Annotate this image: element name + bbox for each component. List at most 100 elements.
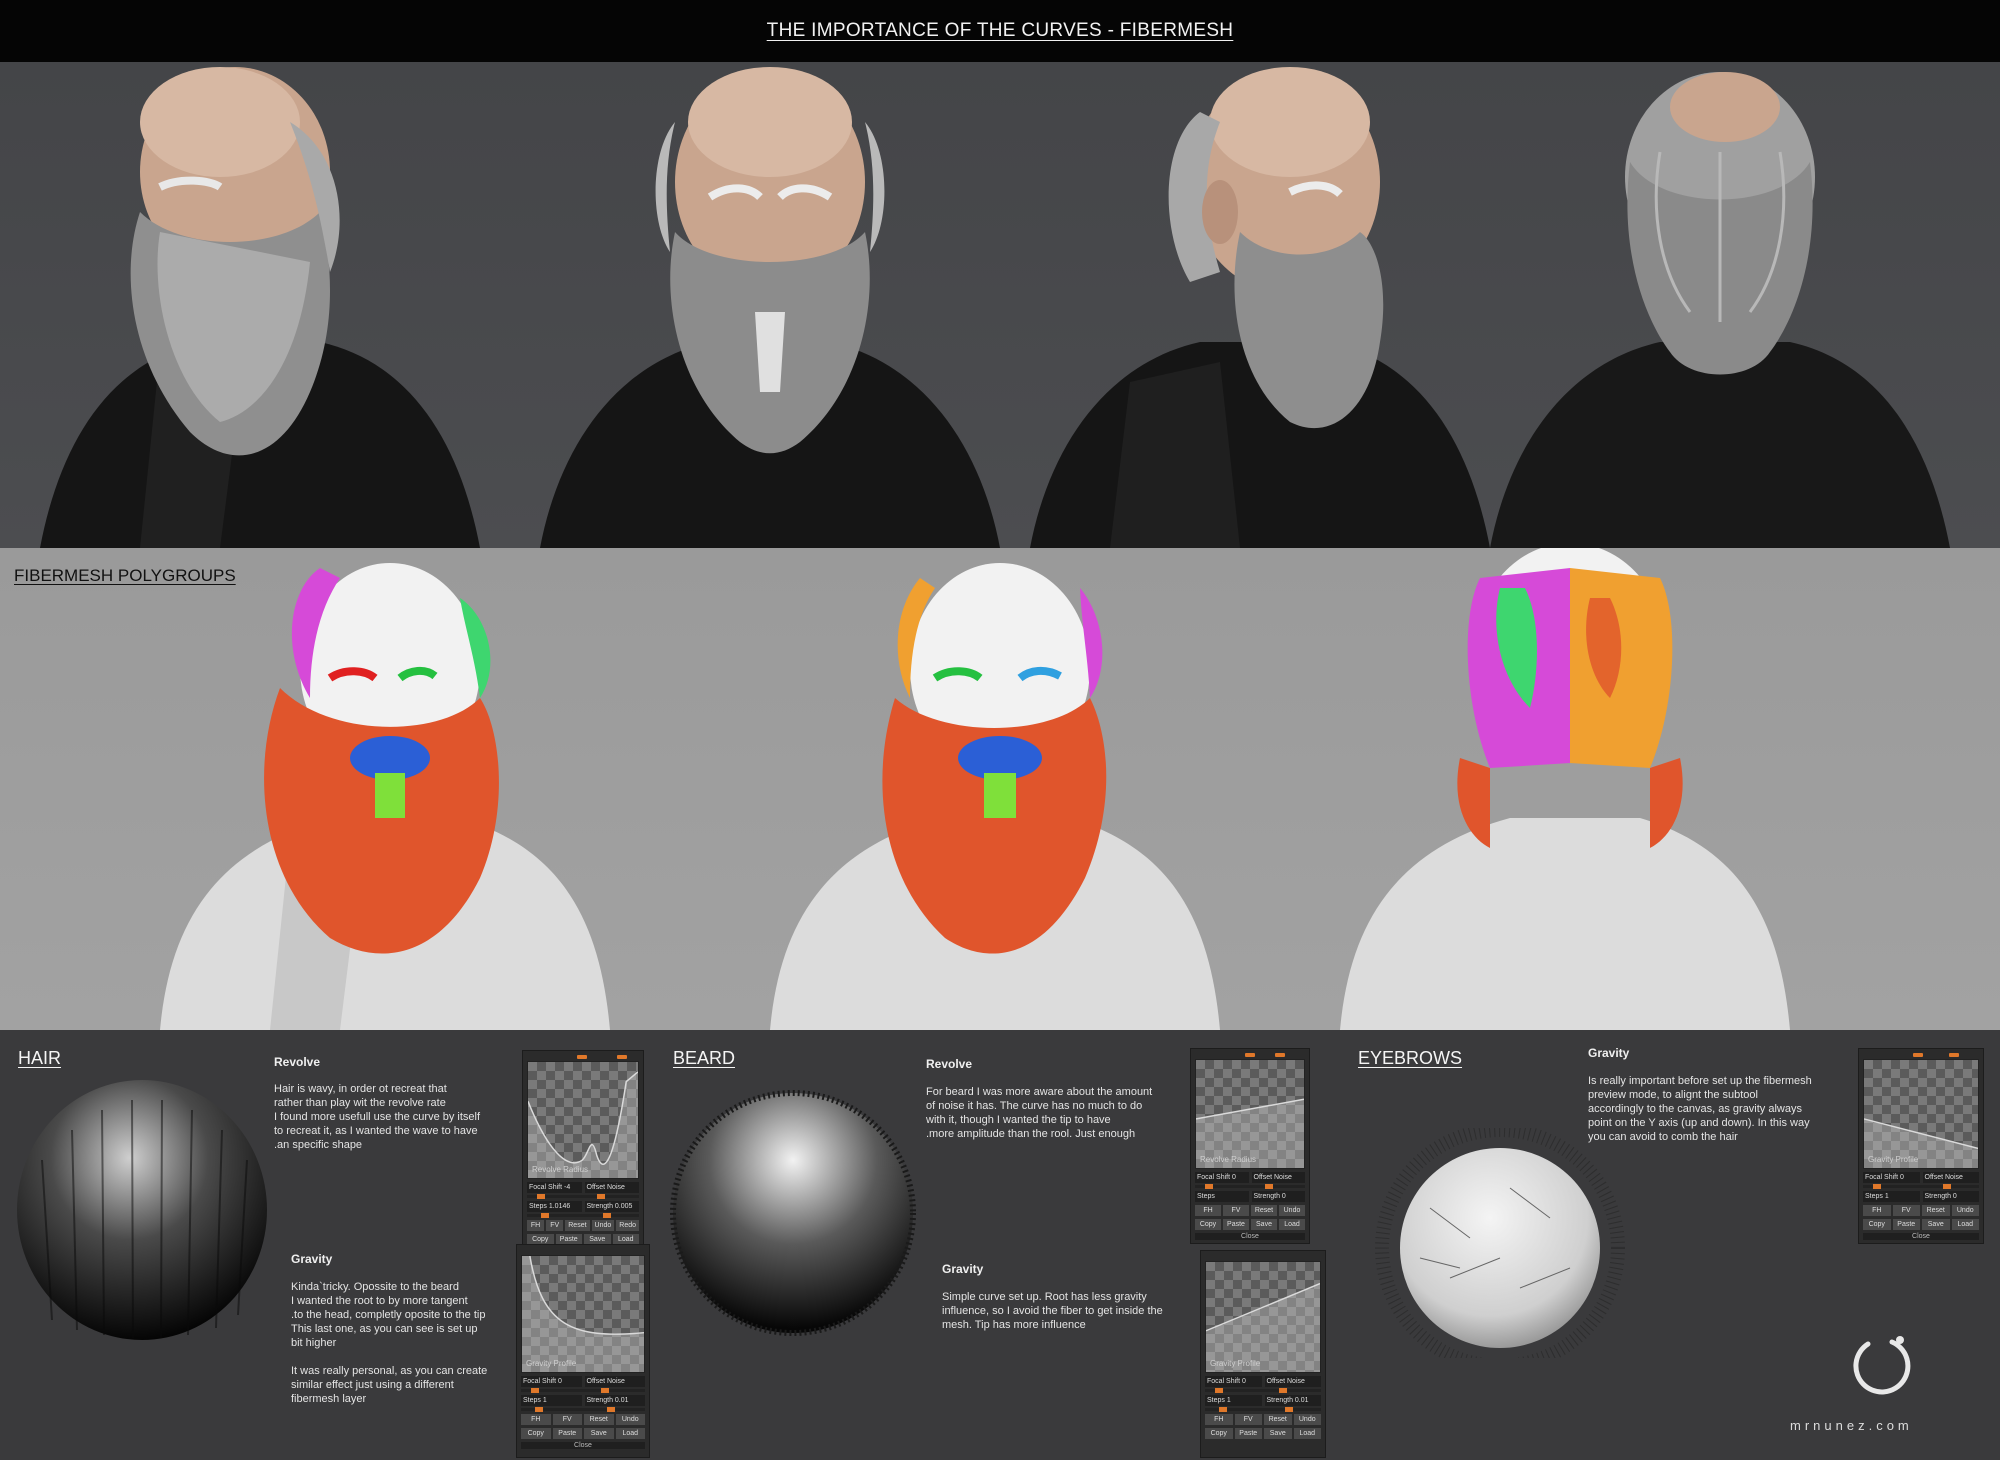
author-logo-icon [1848,1332,1916,1400]
hair-revolve-fv-button[interactable]: FV [546,1220,564,1231]
eyebrow-gravity-slider-1[interactable] [1863,1184,1979,1189]
hair-revolve-steps[interactable]: Steps 1.0146 [527,1201,582,1212]
eyebrows-gravity-heading: Gravity [1588,1046,1630,1060]
beard-gravity-noise[interactable]: Offset Noise [1264,1376,1321,1387]
hair-gravity-graph-name: Gravity Profile [526,1359,577,1368]
beard-revolve-undo-button[interactable]: Undo [1279,1205,1305,1216]
eyebrow-gravity-load-button[interactable]: Load [1951,1219,1979,1230]
beard-revolve-curve-graph[interactable]: Revolve Radius [1195,1059,1305,1169]
hair-revolve-curve-panel[interactable]: Revolve Radius Focal Shift -4 Offset Nois… [522,1050,644,1258]
eyebrow-gravity-undo-button[interactable]: Undo [1951,1205,1979,1216]
render-row [0,62,2000,548]
hair-revolve-curve-graph[interactable]: Revolve Radius [527,1061,639,1179]
hair-gravity-focal[interactable]: Focal Shift 0 [521,1376,582,1387]
eyebrow-gravity-strength[interactable]: Strength 0 [1922,1191,1979,1202]
hair-gravity-fv-button[interactable]: FV [552,1414,582,1425]
hair-gravity-noise[interactable]: Offset Noise [584,1376,645,1387]
hair-gravity-undo-button[interactable]: Undo [615,1414,645,1425]
hair-revolve-strength[interactable]: Strength 0.005 [584,1201,639,1212]
beard-gravity-steps[interactable]: Steps 1 [1205,1395,1262,1406]
hair-section-title: HAIR [18,1048,62,1068]
hair-gravity-fh-button[interactable]: FH [521,1414,551,1425]
beard-revolve-text: For beard I was more aware about the amo… [926,1086,1153,1140]
hair-sphere-preview [12,1070,272,1340]
beard-revolve-slider-1[interactable] [1195,1184,1305,1189]
render-view-three-quarter-right [1030,62,1500,548]
beard-gravity-save-button[interactable]: Save [1264,1428,1292,1439]
eyebrow-gravity-curve-panel[interactable]: Gravity Profile Focal Shift 0 Offset Nois… [1858,1048,1984,1244]
beard-revolve-noise[interactable]: Offset Noise [1251,1172,1305,1183]
eyebrow-gravity-save-button[interactable]: Save [1922,1219,1950,1230]
hair-gravity-close-tab[interactable]: Close [521,1442,645,1449]
beard-revolve-load-button[interactable]: Load [1279,1219,1305,1230]
eyebrows-section-title: EYEBROWS [1358,1048,1463,1068]
beard-gravity-curve-graph[interactable]: Gravity Profile [1205,1261,1321,1373]
eyebrow-gravity-curve-graph[interactable]: Gravity Profile [1863,1059,1979,1169]
hair-revolve-slider-2[interactable] [527,1213,639,1218]
hair-gravity-curve-panel[interactable]: Gravity Profile Focal Shift 0 Offset Nois… [516,1244,650,1458]
beard-section-title: BEARD [673,1048,736,1068]
hair-gravity-load-button[interactable]: Load [615,1428,645,1439]
beard-gravity-slider-1[interactable] [1205,1388,1321,1393]
beard-gravity-fv-button[interactable]: FV [1234,1414,1262,1425]
hair-revolve-reset-button[interactable]: Reset [565,1220,590,1231]
beard-revolve-focal[interactable]: Focal Shift 0 [1195,1172,1249,1183]
beard-gravity-reset-button[interactable]: Reset [1264,1414,1292,1425]
beard-revolve-curve-panel[interactable]: Revolve Radius Focal Shift 0 Offset Noise… [1190,1048,1310,1244]
beard-revolve-close-tab[interactable]: Close [1195,1233,1305,1240]
beard-revolve-save-button[interactable]: Save [1251,1219,1277,1230]
eyebrow-gravity-steps[interactable]: Steps 1 [1863,1191,1920,1202]
polygroup-view-front [770,548,1230,1030]
hair-revolve-redo-button[interactable]: Redo [616,1220,640,1231]
eyebrow-gravity-fv-button[interactable]: FV [1892,1205,1920,1216]
beard-gravity-slider-2[interactable] [1205,1407,1321,1412]
hair-gravity-save-button[interactable]: Save [584,1428,614,1439]
hair-gravity-copy-button[interactable]: Copy [521,1428,551,1439]
beard-revolve-steps[interactable]: Steps [1195,1191,1249,1202]
beard-gravity-copy-button[interactable]: Copy [1205,1428,1233,1439]
beard-revolve-reset-button[interactable]: Reset [1251,1205,1277,1216]
beard-sphere-preview [668,1088,918,1338]
eyebrow-gravity-fh-button[interactable]: FH [1863,1205,1891,1216]
beard-revolve-paste-button[interactable]: Paste [1223,1219,1249,1230]
curves-sections: HAIR Revolve Hair is wavy, in order ot r… [0,1030,2000,1460]
hair-revolve-fh-button[interactable]: FH [527,1220,545,1231]
beard-gravity-focal[interactable]: Focal Shift 0 [1205,1376,1262,1387]
beard-revolve-fv-button[interactable]: FV [1223,1205,1249,1216]
beard-revolve-fh-button[interactable]: FH [1195,1205,1221,1216]
hair-revolve-slider-1[interactable] [527,1194,639,1199]
eyebrow-gravity-graph-name: Gravity Profile [1868,1155,1919,1164]
eyebrow-gravity-noise[interactable]: Offset Noise [1922,1172,1979,1183]
hair-gravity-steps[interactable]: Steps 1 [521,1395,582,1406]
hair-gravity-reset-button[interactable]: Reset [584,1414,614,1425]
hair-gravity-curve-graph[interactable]: Gravity Profile [521,1255,645,1373]
beard-gravity-curve-panel[interactable]: Gravity Profile Focal Shift 0 Offset Nois… [1200,1250,1326,1458]
render-view-three-quarter-left [20,62,490,548]
beard-gravity-load-button[interactable]: Load [1293,1428,1321,1439]
site-url: mrnunez.com [1790,1418,1913,1433]
eyebrow-gravity-close-tab[interactable]: Close [1863,1233,1979,1240]
hair-revolve-undo-button[interactable]: Undo [591,1220,615,1231]
beard-revolve-copy-button[interactable]: Copy [1195,1219,1221,1230]
beard-gravity-text: Simple curve set up. Root has less gravi… [942,1291,1163,1331]
eyebrow-gravity-focal[interactable]: Focal Shift 0 [1863,1172,1920,1183]
hair-gravity-slider-1[interactable] [521,1388,645,1393]
hair-revolve-graph-name: Revolve Radius [532,1165,589,1174]
eyebrow-gravity-copy-button[interactable]: Copy [1863,1219,1891,1230]
hair-revolve-heading: Revolve [274,1055,321,1069]
polygroup-view-three-quarter [160,548,620,1030]
hair-gravity-paste-button[interactable]: Paste [552,1428,582,1439]
polygroups-panel: FIBERMESH POLYGROUPS [0,548,2000,1030]
hair-gravity-slider-2[interactable] [521,1407,645,1412]
beard-gravity-undo-button[interactable]: Undo [1293,1414,1321,1425]
beard-revolve-graph-name: Revolve Radius [1200,1155,1257,1164]
beard-gravity-fh-button[interactable]: FH [1205,1414,1233,1425]
hair-gravity-strength[interactable]: Strength 0.01 [584,1395,645,1406]
eyebrow-gravity-paste-button[interactable]: Paste [1892,1219,1920,1230]
beard-gravity-paste-button[interactable]: Paste [1234,1428,1262,1439]
hair-revolve-noise[interactable]: Offset Noise [584,1182,639,1193]
hair-revolve-focal[interactable]: Focal Shift -4 [527,1182,582,1193]
beard-gravity-strength[interactable]: Strength 0.01 [1264,1395,1321,1406]
beard-revolve-strength[interactable]: Strength 0 [1251,1191,1305,1202]
eyebrow-gravity-reset-button[interactable]: Reset [1922,1205,1950,1216]
